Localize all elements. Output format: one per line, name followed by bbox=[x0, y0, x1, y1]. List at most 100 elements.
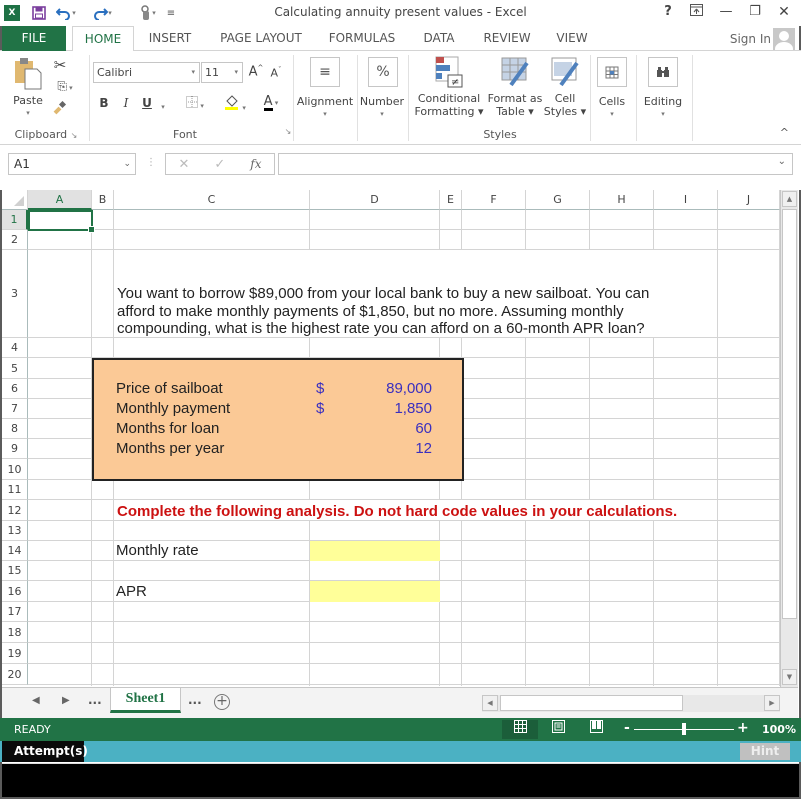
hint-button[interactable]: Hint bbox=[740, 743, 790, 760]
zoom-out-button[interactable]: - bbox=[624, 720, 630, 736]
italic-button[interactable]: I bbox=[118, 96, 134, 110]
selected-cell-a1[interactable] bbox=[28, 210, 95, 233]
sheet-next-button[interactable]: ▶ bbox=[62, 695, 70, 706]
select-all-button[interactable] bbox=[2, 190, 28, 210]
page-layout-view-button[interactable] bbox=[540, 720, 576, 739]
row-header-19[interactable]: 19 bbox=[2, 643, 28, 664]
sign-in[interactable]: Sign In bbox=[730, 26, 795, 51]
scroll-down-button[interactable]: ▼ bbox=[782, 669, 797, 685]
input-value-months-per-year[interactable]: 12 bbox=[332, 440, 432, 457]
shrink-font-button[interactable]: Aˇ bbox=[268, 66, 284, 80]
monthly-rate-answer-cell[interactable] bbox=[310, 541, 440, 561]
scroll-right-button[interactable]: ▶ bbox=[764, 695, 780, 711]
horizontal-scrollbar[interactable]: ◀ ▶ bbox=[482, 695, 780, 712]
avatar-icon[interactable] bbox=[773, 27, 795, 50]
collapse-ribbon-icon[interactable]: ^ bbox=[780, 126, 789, 139]
sheet-prev-button[interactable]: ◀ bbox=[32, 695, 40, 706]
row-header-16[interactable]: 16 bbox=[2, 581, 28, 602]
help-button[interactable]: ? bbox=[658, 4, 678, 22]
input-value-price[interactable]: 89,000 bbox=[332, 380, 432, 397]
ribbon-display-button[interactable] bbox=[686, 4, 706, 22]
sheet-more-left-button[interactable]: ... bbox=[88, 693, 102, 707]
column-header-b[interactable]: B bbox=[92, 190, 114, 210]
spreadsheet-grid[interactable]: ABCDEFGHIJ 1 2 3 4 5 6 7 8 9 10 11 12 13 14 15 16 17 18 19… bbox=[2, 190, 780, 686]
cells-icon[interactable] bbox=[597, 57, 627, 87]
formula-bar-splitter[interactable]: ⋮ bbox=[146, 157, 156, 168]
underline-dropdown[interactable]: ▾ bbox=[155, 98, 171, 112]
tab-page-layout[interactable]: PAGE LAYOUT bbox=[214, 26, 308, 51]
input-value-payment[interactable]: 1,850 bbox=[332, 400, 432, 417]
underline-button[interactable]: U bbox=[139, 96, 155, 110]
grow-font-button[interactable]: A^ bbox=[248, 64, 264, 79]
font-family-select[interactable]: Calibri ▾ bbox=[93, 62, 200, 83]
close-button[interactable]: ✕ bbox=[774, 4, 794, 22]
tab-formulas[interactable]: FORMULAS bbox=[322, 26, 402, 51]
zoom-slider-thumb[interactable] bbox=[682, 723, 686, 735]
row-header-15[interactable]: 15 bbox=[2, 561, 28, 581]
tab-review[interactable]: REVIEW bbox=[478, 26, 536, 51]
find-binoculars-icon[interactable] bbox=[648, 57, 678, 87]
column-header-j[interactable]: J bbox=[718, 190, 780, 210]
format-painter-icon[interactable] bbox=[52, 100, 68, 118]
column-header-a[interactable]: A bbox=[28, 190, 92, 210]
column-header-i[interactable]: I bbox=[654, 190, 718, 210]
alignment-button[interactable]: Alignment ▾ bbox=[296, 95, 354, 121]
row-header-12[interactable]: 12 bbox=[2, 500, 28, 521]
name-box[interactable]: A1 ⌄ bbox=[8, 153, 136, 175]
scroll-up-button[interactable]: ▲ bbox=[782, 191, 797, 207]
tab-insert[interactable]: INSERT bbox=[140, 26, 200, 51]
tab-data[interactable]: DATA bbox=[416, 26, 462, 51]
column-header-e[interactable]: E bbox=[440, 190, 462, 210]
row-header-2[interactable]: 2 bbox=[2, 230, 28, 250]
copy-icon[interactable]: ⎘ ▾ bbox=[52, 79, 78, 94]
row-header-10[interactable]: 10 bbox=[2, 459, 28, 480]
row-header-4[interactable]: 4 bbox=[2, 338, 28, 358]
tab-home[interactable]: HOME bbox=[72, 26, 134, 52]
editing-button[interactable]: Editing ▾ bbox=[638, 95, 688, 121]
borders-button[interactable]: ▾ bbox=[182, 96, 208, 111]
row-header-20[interactable]: 20 bbox=[2, 664, 28, 685]
restore-button[interactable]: ❐ bbox=[745, 4, 765, 22]
normal-view-button[interactable] bbox=[502, 720, 538, 739]
scroll-left-button[interactable]: ◀ bbox=[482, 695, 498, 711]
format-as-table-button[interactable]: Format as Table ▾ bbox=[486, 55, 544, 118]
row-header-5[interactable]: 5 bbox=[2, 358, 28, 379]
sheet-tab-sheet1[interactable]: Sheet1 bbox=[110, 688, 181, 713]
expand-formula-bar-icon[interactable]: ⌄ bbox=[778, 156, 786, 167]
input-value-months[interactable]: 60 bbox=[332, 420, 432, 437]
column-header-d[interactable]: D bbox=[310, 190, 440, 210]
cell-styles-button[interactable]: Cell Styles ▾ bbox=[542, 55, 588, 118]
minimize-button[interactable]: — bbox=[716, 4, 736, 22]
cells-button[interactable]: Cells ▾ bbox=[592, 95, 632, 121]
paste-button[interactable]: Paste ▾ bbox=[8, 55, 48, 120]
row-header-1[interactable]: 1 bbox=[2, 210, 28, 230]
horizontal-scroll-thumb[interactable] bbox=[500, 695, 683, 711]
insert-function-icon[interactable]: fx bbox=[250, 157, 261, 171]
row-header-7[interactable]: 7 bbox=[2, 399, 28, 419]
formula-input[interactable]: ⌄ bbox=[278, 153, 793, 175]
sign-in-label[interactable]: Sign In bbox=[730, 32, 771, 46]
add-sheet-button[interactable]: + bbox=[214, 694, 230, 710]
column-header-c[interactable]: C bbox=[114, 190, 310, 210]
row-header-3[interactable]: 3 bbox=[2, 250, 28, 338]
number-format-icon[interactable]: % bbox=[368, 57, 398, 87]
sheet-more-right-button[interactable]: ... bbox=[188, 693, 202, 707]
row-header-14[interactable]: 14 bbox=[2, 541, 28, 561]
vertical-scrollbar[interactable]: ▲ ▼ bbox=[780, 190, 798, 687]
bold-button[interactable]: B bbox=[96, 96, 112, 110]
zoom-level[interactable]: 100% bbox=[762, 723, 796, 736]
column-header-h[interactable]: H bbox=[590, 190, 654, 210]
row-header-8[interactable]: 8 bbox=[2, 419, 28, 439]
number-button[interactable]: Number ▾ bbox=[358, 95, 406, 121]
font-color-button[interactable]: A ▾ bbox=[256, 94, 286, 111]
column-header-f[interactable]: F bbox=[462, 190, 526, 210]
fill-color-button[interactable]: ▾ bbox=[220, 94, 250, 113]
cancel-icon[interactable]: ✕ bbox=[178, 157, 189, 172]
zoom-in-button[interactable]: + bbox=[737, 720, 749, 736]
row-header-18[interactable]: 18 bbox=[2, 622, 28, 643]
conditional-formatting-button[interactable]: ≠ Conditional Formatting ▾ bbox=[412, 55, 486, 118]
row-header-9[interactable]: 9 bbox=[2, 439, 28, 459]
row-header-6[interactable]: 6 bbox=[2, 379, 28, 399]
page-break-view-button[interactable] bbox=[578, 720, 614, 739]
enter-icon[interactable]: ✓ bbox=[214, 157, 225, 172]
